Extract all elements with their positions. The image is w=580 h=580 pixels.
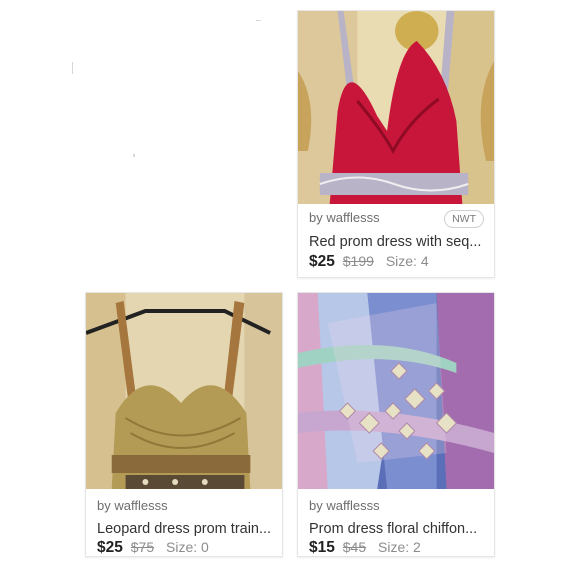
listing-title[interactable]: Leopard dress prom train... — [97, 521, 274, 537]
price-row: $15 $45 Size: 2 — [309, 539, 421, 557]
original-price: $45 — [342, 539, 367, 555]
original-price: $75 — [130, 539, 155, 555]
size-label: Size: 4 — [385, 253, 429, 269]
seller-name[interactable]: by wafflesss — [309, 498, 380, 513]
listing-price: $15 — [309, 539, 335, 556]
original-price: $199 — [342, 253, 374, 269]
listing-title[interactable]: Prom dress floral chiffon... — [309, 521, 486, 537]
size-label: Size: 2 — [378, 539, 421, 555]
listing-photo[interactable] — [298, 293, 494, 489]
size-label: Size: 0 — [166, 539, 209, 555]
listing-photo[interactable] — [298, 11, 494, 204]
seller-name[interactable]: by wafflesss — [97, 498, 168, 513]
listing-photo[interactable] — [86, 293, 282, 489]
listing-card-leopard-dress[interactable]: by wafflesss Leopard dress prom train...… — [85, 292, 283, 557]
listing-price: $25 — [97, 539, 123, 556]
listing-price: $25 — [309, 253, 335, 270]
seller-name[interactable]: by wafflesss — [309, 210, 380, 225]
artifact-mark — [72, 62, 73, 74]
artifact-mark — [256, 20, 261, 21]
artifact-mark — [133, 154, 135, 157]
listing-title[interactable]: Red prom dress with seq... — [309, 234, 486, 250]
price-row: $25 $75 Size: 0 — [97, 539, 209, 557]
listing-card-red-dress[interactable]: by wafflesss NWT Red prom dress with seq… — [297, 10, 495, 278]
listing-card-floral-dress[interactable]: by wafflesss Prom dress floral chiffon..… — [297, 292, 495, 557]
price-row: $25 $199 Size: 4 — [309, 253, 429, 271]
nwt-badge: NWT — [444, 210, 484, 228]
